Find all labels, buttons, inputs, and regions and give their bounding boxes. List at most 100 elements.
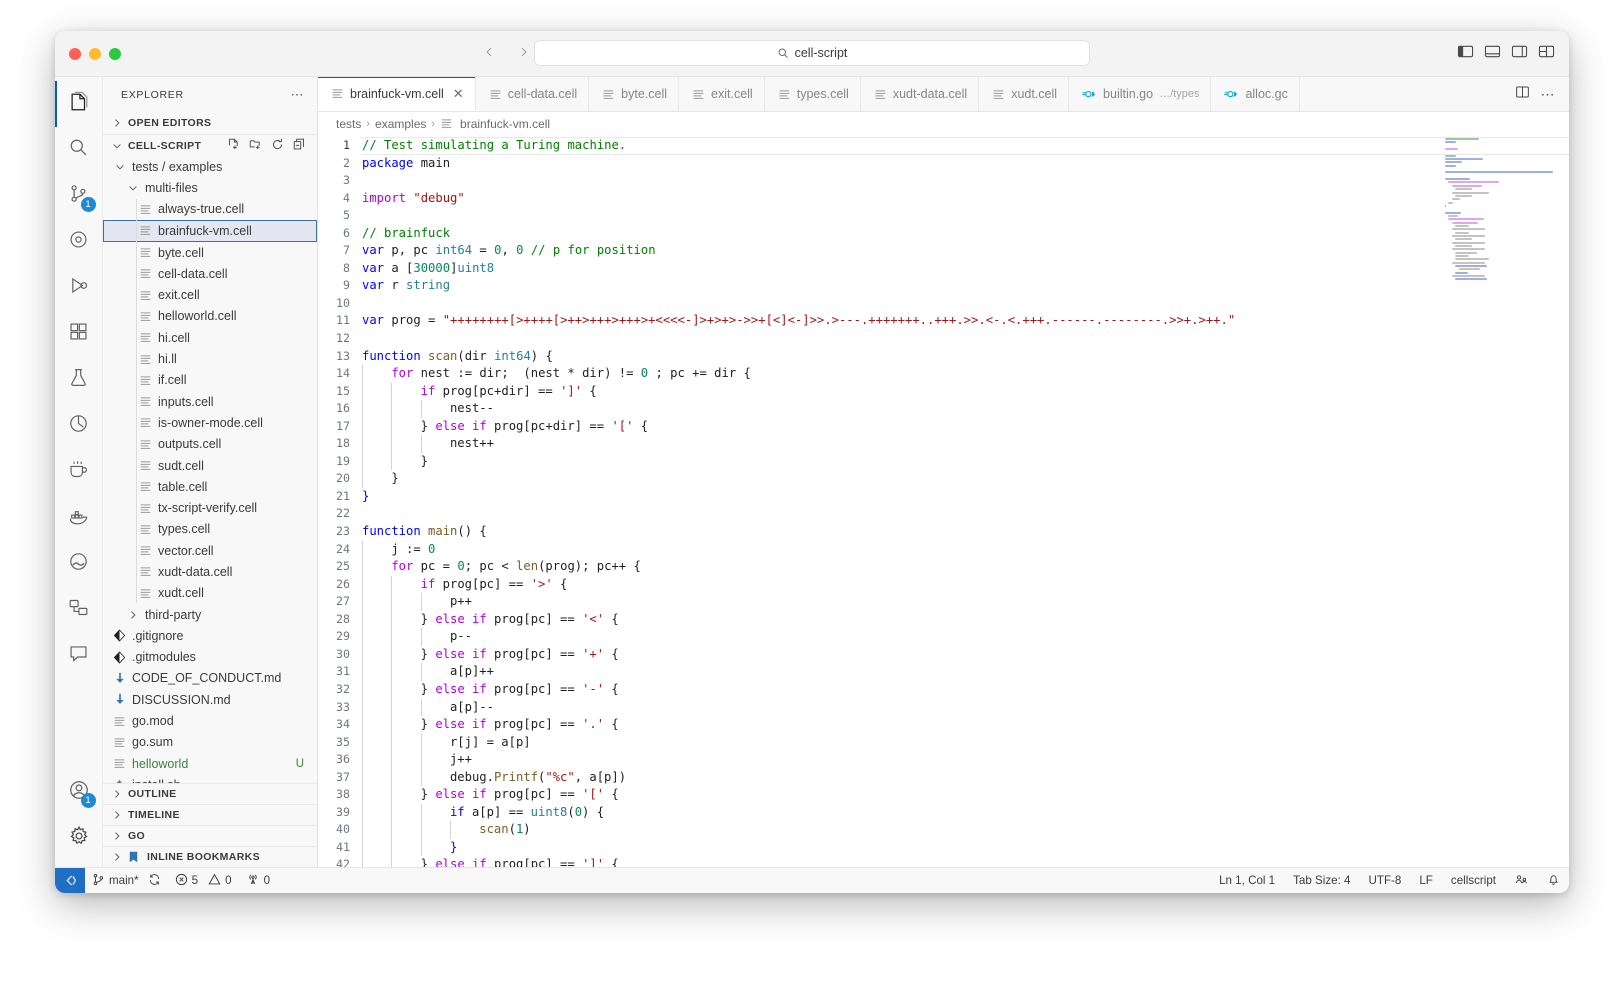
editor-tab[interactable]: types.cell xyxy=(764,77,861,111)
activity-item-sonarlint[interactable] xyxy=(55,541,103,587)
minimap[interactable] xyxy=(1445,138,1555,281)
activity-item-explorer[interactable] xyxy=(55,81,103,127)
new-file-icon[interactable] xyxy=(227,138,240,154)
tree-file-row[interactable]: .gitignore xyxy=(103,625,317,646)
gear-icon xyxy=(68,825,90,852)
cursor-position-text: Ln 1, Col 1 xyxy=(1219,874,1276,887)
file-icon xyxy=(138,544,153,557)
command-center[interactable]: cell-script xyxy=(534,40,1090,66)
minimize-window-button[interactable] xyxy=(89,47,101,60)
status-bar-right: Ln 1, Col 1 Tab Size: 4 UTF-8 LF cellscr… xyxy=(1210,868,1569,894)
activity-item-remote-explorer[interactable] xyxy=(55,587,103,633)
file-tree[interactable]: tests / examples multi-files always-true.c… xyxy=(103,156,317,783)
editor-group: brainfuck-vm.cell ✕ cell-data.cell byte.cel… xyxy=(318,77,1569,867)
back-arrow-icon[interactable] xyxy=(482,45,497,62)
status-problems[interactable]: 5 0 xyxy=(168,868,239,894)
tree-item-label: helloworld.cell xyxy=(158,309,237,324)
layout-controls[interactable] xyxy=(1457,44,1555,64)
chevron-right-icon xyxy=(125,609,140,621)
panel-inline-bookmarks[interactable]: INLINE BOOKMARKS xyxy=(103,846,317,867)
editor-tab[interactable]: byte.cell xyxy=(589,77,680,111)
editor-tab[interactable]: alloc.gc xyxy=(1211,77,1300,111)
sidebar-section-open-editors[interactable]: OPEN EDITORS xyxy=(103,112,317,134)
activity-item-test-explorer[interactable] xyxy=(55,357,103,403)
status-eol[interactable]: LF xyxy=(1410,868,1442,894)
forward-arrow-icon[interactable] xyxy=(516,45,531,62)
breadcrumb[interactable]: tests › examples › brainfuck-vm.cell xyxy=(318,112,1569,135)
tree-folder-row[interactable]: tests / examples xyxy=(103,156,317,177)
close-window-button[interactable] xyxy=(69,47,81,60)
editor-tab-actions[interactable]: ⋯ xyxy=(1502,77,1570,111)
activity-item-java-projects[interactable] xyxy=(55,449,103,495)
editor-tab[interactable]: exit.cell xyxy=(679,77,765,111)
status-cursor-position[interactable]: Ln 1, Col 1 xyxy=(1210,868,1284,894)
minimap-line xyxy=(1445,178,1470,181)
screen: cell-script 1 1 EXPLORER ⋯ OPEN EDITORS … xyxy=(0,0,1624,993)
tree-file-row[interactable]: helloworld U xyxy=(103,753,317,774)
tree-folder-row[interactable]: multi-files xyxy=(103,177,317,198)
panel-outline[interactable]: OUTLINE xyxy=(103,783,317,804)
tree-file-row[interactable]: $ install.sh xyxy=(103,774,317,783)
editor-tab-bar[interactable]: brainfuck-vm.cell ✕ cell-data.cell byte.cel… xyxy=(318,77,1569,112)
run-debug-icon xyxy=(68,275,89,301)
toggle-primary-sidebar-icon[interactable] xyxy=(1457,44,1474,64)
panel-go[interactable]: GO xyxy=(103,825,317,846)
tab-label: byte.cell xyxy=(621,87,668,101)
tab-sublabel: …/types xyxy=(1159,88,1200,100)
tree-folder-row[interactable]: third-party xyxy=(103,604,317,625)
activity-item-source-control[interactable]: 1 xyxy=(55,173,103,219)
toggle-secondary-sidebar-icon[interactable] xyxy=(1511,44,1528,64)
status-notifications[interactable] xyxy=(1538,868,1569,894)
status-live-share[interactable] xyxy=(1505,868,1538,894)
tree-item-label: exit.cell xyxy=(158,288,200,303)
explorer-actions[interactable] xyxy=(227,138,317,154)
remote-indicator-icon[interactable] xyxy=(55,867,85,893)
editor-tab[interactable]: cell-data.cell xyxy=(475,77,590,111)
refresh-icon[interactable] xyxy=(271,138,284,154)
code-editor[interactable]: 1 // Test simulating a Turing machine. 2 pa… xyxy=(318,135,1569,867)
activity-item-extensions[interactable] xyxy=(55,311,103,357)
breadcrumb-item[interactable]: examples xyxy=(375,117,426,131)
breadcrumb-item[interactable]: brainfuck-vm.cell xyxy=(460,117,550,131)
sync-icon[interactable] xyxy=(148,873,161,889)
tree-file-row[interactable]: go.sum xyxy=(103,732,317,753)
customize-layout-icon[interactable] xyxy=(1538,44,1555,64)
activity-item-docker[interactable] xyxy=(55,495,103,541)
status-language-mode[interactable]: cellscript xyxy=(1442,868,1505,894)
activity-item-testing[interactable] xyxy=(55,219,103,265)
editor-tab[interactable]: brainfuck-vm.cell ✕ xyxy=(318,77,476,111)
editor-tab[interactable]: xudt.cell xyxy=(979,77,1070,111)
panel-timeline[interactable]: TIMELINE xyxy=(103,804,317,825)
maximize-window-button[interactable] xyxy=(109,47,121,60)
tree-file-row[interactable]: CODE_OF_CONDUCT.md xyxy=(103,668,317,689)
activity-item-gitlens[interactable] xyxy=(55,403,103,449)
status-tab-size[interactable]: Tab Size: 4 xyxy=(1284,868,1359,894)
activity-item-search[interactable] xyxy=(55,127,103,173)
navigation-arrows[interactable] xyxy=(482,45,531,62)
split-editor-icon[interactable] xyxy=(1515,85,1530,104)
more-actions-icon[interactable]: ⋯ xyxy=(1541,87,1557,101)
collapse-all-icon[interactable] xyxy=(293,138,306,154)
activity-item-run-and-debug[interactable] xyxy=(55,265,103,311)
editor-tab[interactable]: xudt-data.cell xyxy=(860,77,980,111)
activity-item-accounts[interactable]: 1 xyxy=(55,769,103,815)
status-ports[interactable]: 0 xyxy=(239,868,277,894)
tree-file-row[interactable]: go.mod xyxy=(103,710,317,731)
activity-item-manage[interactable] xyxy=(55,815,103,861)
status-branch[interactable]: main* xyxy=(85,868,168,894)
breadcrumb-item[interactable]: tests xyxy=(336,117,361,131)
tree-file-row[interactable]: DISCUSSION.md xyxy=(103,689,317,710)
window-controls[interactable] xyxy=(55,47,121,60)
code-line-text: if prog[pc] == '>' { xyxy=(362,575,567,594)
tree-file-row[interactable]: .gitmodules xyxy=(103,647,317,668)
sidebar-section-cell-script[interactable]: CELL-SCRIPT xyxy=(103,134,317,156)
status-encoding[interactable]: UTF-8 xyxy=(1360,868,1411,894)
editor-tab[interactable]: builtin.go …/types xyxy=(1069,77,1212,111)
new-folder-icon[interactable] xyxy=(249,138,262,154)
sidebar-more-actions-icon[interactable]: ⋯ xyxy=(291,87,306,103)
minimap-line xyxy=(1451,228,1486,231)
file-icon xyxy=(112,757,127,770)
activity-item-comments[interactable] xyxy=(55,633,103,679)
close-icon[interactable]: ✕ xyxy=(453,86,464,102)
toggle-panel-icon[interactable] xyxy=(1484,44,1501,64)
